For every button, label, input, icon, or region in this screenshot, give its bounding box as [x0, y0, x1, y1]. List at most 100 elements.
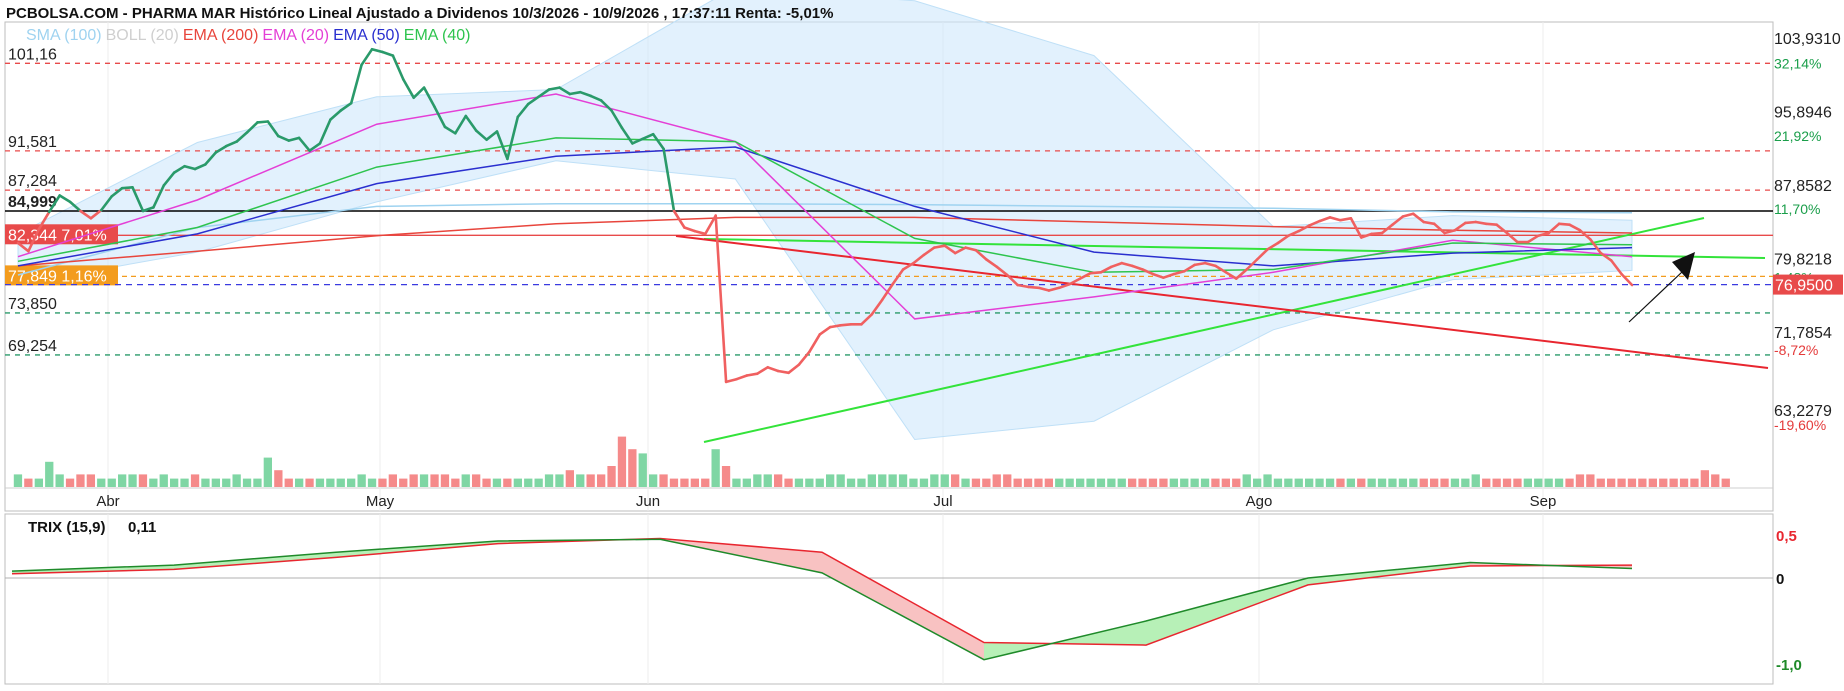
volume-bar-21 — [232, 474, 241, 487]
volume-bar-4 — [55, 474, 64, 487]
price-segment-103 — [1089, 270, 1103, 275]
volume-bar-122 — [1284, 478, 1293, 487]
volume-bar-85 — [898, 474, 908, 487]
volume-bar-46 — [492, 478, 502, 487]
volume-bar-36 — [388, 474, 397, 487]
month-label-4: Ago — [1246, 493, 1273, 510]
month-label-2: Jun — [636, 493, 660, 510]
legend-item-3: EMA (20) — [262, 27, 329, 44]
volume-bar-79 — [836, 474, 845, 487]
volume-bar-54 — [576, 474, 585, 487]
volume-bar-125 — [1315, 478, 1324, 487]
box-level-label-0: 82,344 7,01% — [8, 227, 107, 244]
legend-item-5: EMA (40) — [404, 27, 471, 44]
volume-bar-146 — [1534, 478, 1543, 487]
volume-bar-58 — [617, 436, 627, 487]
volume-bar-17 — [190, 474, 200, 487]
volume-bar-43 — [461, 474, 470, 487]
volume-bar-100 — [1055, 478, 1064, 487]
volume-bar-22 — [242, 478, 252, 487]
price-segment-148 — [1557, 222, 1571, 226]
volume-bar-87 — [919, 478, 929, 487]
volume-bar-50 — [534, 478, 543, 487]
price-segment-113 — [1193, 261, 1207, 267]
volume-bar-63 — [669, 478, 679, 487]
volume-bar-74 — [784, 478, 793, 487]
volume-bar-158 — [1659, 478, 1668, 487]
month-label-5: Sep — [1530, 493, 1557, 510]
volume-bar-136 — [1430, 478, 1439, 487]
volume-bar-32 — [347, 478, 356, 487]
trix-tick-0: 0,5 — [1776, 528, 1797, 545]
volume-bar-24 — [263, 457, 272, 487]
chart-title: PCBOLSA.COM - PHARMA MAR Histórico Linea… — [6, 5, 833, 22]
volume-bar-98 — [1034, 478, 1043, 487]
volume-bar-51 — [544, 474, 554, 487]
volume-bar-123 — [1294, 478, 1303, 487]
volume-bar-14 — [159, 474, 168, 487]
trix-tick-1: 0 — [1776, 571, 1784, 588]
volume-bar-104 — [1096, 478, 1106, 487]
volume-bar-95 — [1003, 474, 1012, 487]
volume-bar-44 — [472, 474, 481, 487]
volume-bar-160 — [1679, 478, 1689, 487]
volume-bar-52 — [555, 474, 564, 487]
volume-bar-90 — [951, 474, 960, 487]
volume-bar-84 — [888, 474, 897, 487]
volume-bar-107 — [1128, 478, 1137, 487]
legend: SMA (100) BOLL (20) EMA (200) EMA (20) EMA (… — [26, 27, 470, 44]
volume-bar-137 — [1440, 478, 1449, 487]
volume-bar-19 — [211, 478, 220, 487]
volume-bar-129 — [1357, 478, 1366, 487]
volume-bar-140 — [1471, 474, 1480, 487]
volume-bar-109 — [1148, 478, 1158, 487]
volume-bar-127 — [1336, 478, 1345, 487]
volume-bar-86 — [909, 478, 918, 487]
volume-bar-45 — [482, 478, 491, 487]
volume-bar-48 — [513, 478, 522, 487]
volume-bar-26 — [284, 478, 293, 487]
month-label-0: Abr — [96, 493, 119, 510]
volume-bar-72 — [763, 474, 772, 487]
volume-bar-77 — [815, 478, 824, 487]
volume-bar-97 — [1023, 478, 1033, 487]
pct-tick-4: -8,72% — [1774, 342, 1818, 358]
volume-bar-147 — [1544, 478, 1553, 487]
volume-bar-94 — [992, 474, 1001, 487]
volume-bar-8 — [97, 478, 106, 487]
trix-label: TRIX (15,9) — [28, 519, 106, 536]
volume-bar-105 — [1107, 478, 1116, 487]
volume-bar-53 — [565, 470, 574, 487]
volume-bar-114 — [1200, 478, 1210, 487]
volume-bar-67 — [711, 449, 720, 487]
volume-bar-91 — [961, 478, 970, 487]
volume-bar-56 — [597, 474, 606, 487]
level-label-2: 87,284 — [8, 173, 57, 190]
volume-bar-103 — [1086, 478, 1095, 487]
volume-bar-33 — [357, 474, 366, 487]
level-label-5: 69,254 — [8, 338, 57, 355]
volume-bar-144 — [1513, 478, 1522, 487]
volume-bar-121 — [1273, 478, 1283, 487]
volume-bar-151 — [1586, 474, 1595, 487]
legend-item-2: EMA (200) — [183, 27, 259, 44]
volume-bar-10 — [118, 474, 127, 487]
price-tick-2: 87,8582 — [1774, 178, 1832, 195]
volume-bar-139 — [1461, 478, 1470, 487]
volume-bar-40 — [430, 474, 439, 487]
volume-bar-116 — [1221, 478, 1230, 487]
volume-bar-5 — [65, 478, 75, 487]
volume-bar-57 — [607, 466, 616, 487]
volume-bar-133 — [1398, 478, 1408, 487]
price-tick-1: 95,8946 — [1774, 104, 1832, 121]
trix-value: 0,11 — [128, 519, 156, 536]
price-segment-78 — [828, 323, 842, 329]
level-label-4: 73,850 — [8, 296, 57, 313]
month-label-1: May — [366, 493, 395, 510]
volume-bar-131 — [1377, 478, 1387, 487]
price-segment-97 — [1026, 285, 1040, 290]
price-segment-130 — [1370, 231, 1384, 236]
volume-bar-128 — [1346, 478, 1355, 487]
price-segment-70 — [745, 372, 759, 377]
volume-bar-106 — [1117, 478, 1126, 487]
